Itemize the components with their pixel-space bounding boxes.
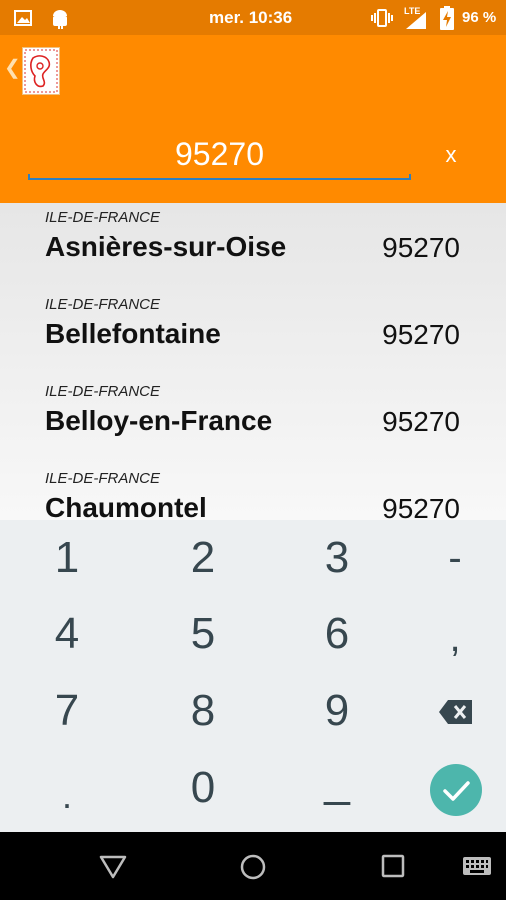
- numeric-keyboard: 1 2 3 - 4 5 6 , 7 8 9 . 0 _: [0, 520, 506, 832]
- city-name: Belloy-en-France: [45, 405, 273, 436]
- marianne-stamp-icon: [24, 49, 58, 93]
- list-item[interactable]: ILE-DE-FRANCE Asnières-sur-Oise 95270: [0, 203, 506, 290]
- app-logo[interactable]: [22, 47, 60, 95]
- key-6[interactable]: 6: [287, 596, 387, 672]
- gallery-icon: [14, 10, 32, 26]
- vibrate-icon: [371, 9, 393, 27]
- back-arrow-icon[interactable]: ❮: [4, 55, 21, 80]
- home-icon[interactable]: [239, 853, 267, 881]
- signal-icon: [406, 12, 426, 29]
- navigation-bar: [0, 832, 506, 900]
- clear-button[interactable]: x: [436, 140, 466, 170]
- postal-code: 95270: [382, 319, 460, 350]
- region-label: ILE-DE-FRANCE: [45, 470, 161, 487]
- key-9[interactable]: 9: [287, 673, 387, 749]
- key-5[interactable]: 5: [153, 596, 253, 672]
- android-icon: [53, 10, 67, 29]
- battery-charging-icon: [440, 6, 454, 30]
- key-3[interactable]: 3: [287, 520, 387, 596]
- key-comma[interactable]: ,: [405, 600, 505, 676]
- key-2[interactable]: 2: [153, 520, 253, 596]
- keyboard-icon[interactable]: [462, 856, 492, 876]
- results-list: ILE-DE-FRANCE Asnières-sur-Oise 95270 IL…: [0, 203, 506, 520]
- key-7[interactable]: 7: [17, 673, 117, 749]
- list-item[interactable]: ILE-DE-FRANCE Chaumontel 95270: [0, 464, 506, 520]
- postal-code: 95270: [382, 493, 460, 520]
- city-name: Chaumontel: [45, 492, 207, 520]
- back-icon[interactable]: [98, 854, 128, 880]
- key-period[interactable]: .: [17, 758, 117, 834]
- clock: mer. 10:36: [209, 8, 293, 27]
- key-4[interactable]: 4: [17, 596, 117, 672]
- region-label: ILE-DE-FRANCE: [45, 296, 161, 313]
- region-label: ILE-DE-FRANCE: [45, 383, 161, 400]
- done-button[interactable]: [430, 764, 482, 816]
- postal-code: 95270: [382, 232, 460, 263]
- status-bar: mer. 10:36 LTE 96 %: [0, 0, 506, 35]
- key-minus[interactable]: -: [405, 520, 505, 596]
- key-0[interactable]: 0: [153, 750, 253, 826]
- battery-percent: 96 %: [462, 9, 497, 26]
- city-name: Asnières-sur-Oise: [45, 231, 287, 262]
- key-8[interactable]: 8: [153, 673, 253, 749]
- search-input[interactable]: [28, 130, 411, 178]
- recents-icon[interactable]: [381, 854, 405, 878]
- backspace-icon[interactable]: [438, 699, 474, 725]
- search-underline: [28, 174, 411, 180]
- search-field[interactable]: [28, 130, 411, 182]
- key-1[interactable]: 1: [17, 520, 117, 596]
- postal-code: 95270: [382, 406, 460, 437]
- list-item[interactable]: ILE-DE-FRANCE Bellefontaine 95270: [0, 290, 506, 377]
- list-item[interactable]: ILE-DE-FRANCE Belloy-en-France 95270: [0, 377, 506, 464]
- check-icon: [443, 781, 470, 801]
- city-name: Bellefontaine: [45, 318, 221, 349]
- region-label: ILE-DE-FRANCE: [45, 209, 161, 226]
- key-space[interactable]: _: [287, 742, 387, 818]
